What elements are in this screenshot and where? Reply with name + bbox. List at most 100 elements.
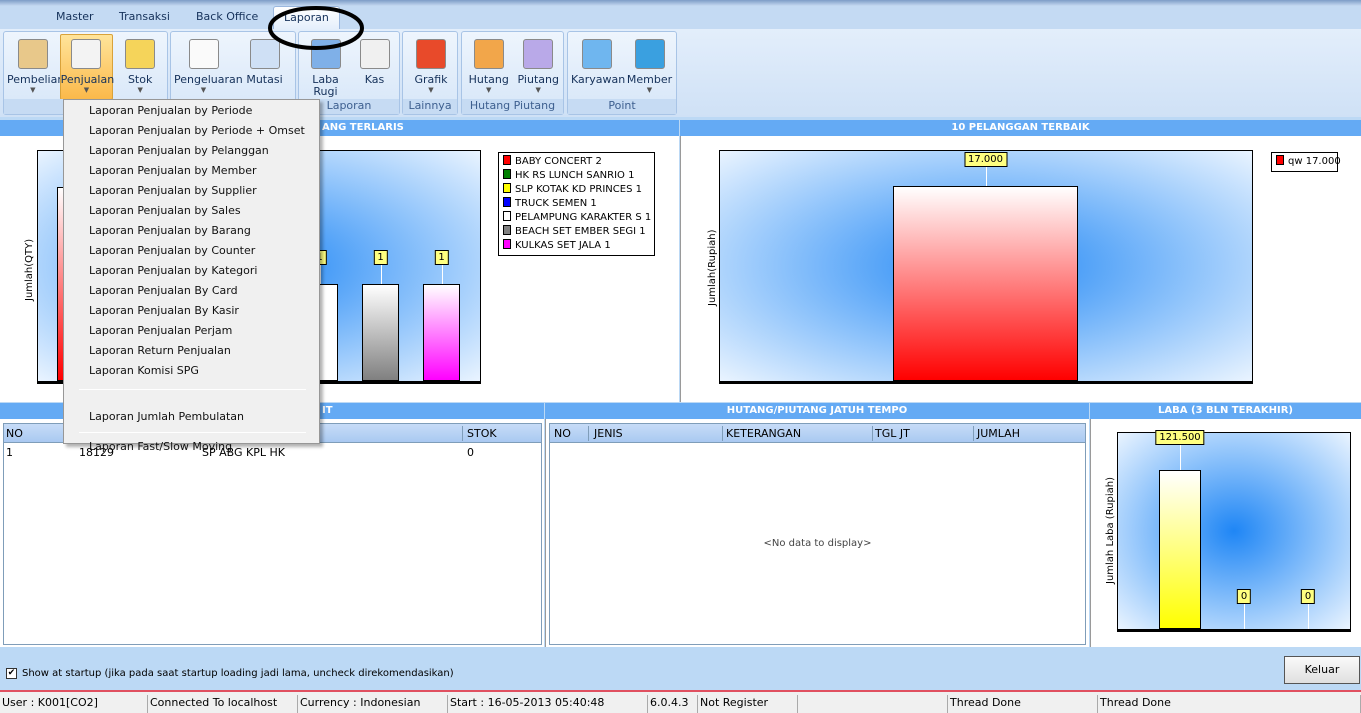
menu-item[interactable]: Laporan Penjualan by Periode + Omset bbox=[89, 124, 305, 137]
legend-item: BABY CONCERT 2 bbox=[503, 155, 650, 169]
legend-item: TRUCK SEMEN 1 bbox=[503, 197, 650, 211]
legend-label: qw 17.000 bbox=[1288, 156, 1341, 167]
top-customers-header: 10 PELANGGAN TERBAIK bbox=[680, 120, 1361, 136]
ribbon-button-piutang[interactable]: Piutang ▼ bbox=[514, 34, 564, 100]
bar-5 bbox=[362, 284, 399, 381]
cell: 0 bbox=[467, 446, 474, 459]
col-tgl-jt[interactable]: TGL JT bbox=[875, 427, 910, 440]
ribbon-button-pembelian[interactable]: Pembelian ▼ bbox=[6, 34, 65, 100]
legend-item: BEACH SET EMBER SEGI 1 bbox=[503, 225, 650, 239]
tab-back-office[interactable]: Back Office bbox=[196, 10, 258, 23]
status-cell: 6.0.4.3 bbox=[648, 695, 698, 713]
ribbon-button-pengeluaran[interactable]: Pengeluaran ▼ bbox=[173, 34, 243, 100]
ribbon-button-member[interactable]: Member ▼ bbox=[623, 34, 676, 100]
chevron-down-icon: ▼ bbox=[428, 86, 434, 94]
status-cell: Not Register bbox=[698, 695, 798, 713]
tab-master[interactable]: Master bbox=[56, 10, 94, 23]
legend-swatch bbox=[1276, 155, 1284, 165]
profit-panel: Jumlah Laba (Rupiah) 0 0 121.500 bbox=[1090, 419, 1361, 647]
ribbon-button-hutang[interactable]: Hutang ▼ bbox=[464, 34, 514, 100]
legend-label: KULKAS SET JALA 1 bbox=[515, 240, 611, 251]
menu-item[interactable]: Laporan Penjualan by Counter bbox=[89, 244, 255, 257]
bar-2 bbox=[1159, 470, 1201, 629]
menu-item[interactable]: Laporan Penjualan by Barang bbox=[89, 224, 251, 237]
document-icon bbox=[17, 39, 48, 69]
top-customers-chart: 17.000 bbox=[719, 150, 1253, 384]
col-stok[interactable]: STOK bbox=[467, 427, 497, 440]
ribbon-group-label: Point bbox=[568, 99, 676, 114]
menu-item[interactable]: Laporan Penjualan by Member bbox=[89, 164, 257, 177]
ribbon-group: Grafik ▼ Lainnya bbox=[402, 31, 458, 115]
menu-item[interactable]: Laporan Komisi SPG bbox=[89, 364, 199, 377]
ribbon-button-penjualan[interactable]: Penjualan ▼ bbox=[59, 34, 114, 100]
top-customers-panel: Jumlah(Rupiah) 17.000 qw 17.000 bbox=[680, 136, 1361, 402]
menu-item[interactable]: Laporan Penjualan by Supplier bbox=[89, 184, 257, 197]
menu-separator bbox=[79, 389, 306, 390]
members-icon bbox=[634, 39, 665, 69]
ribbon-button-karyawan[interactable]: Karyawan bbox=[570, 34, 625, 100]
data-label: 17.000 bbox=[964, 152, 1007, 167]
table-row[interactable]: 1 18129 SP ABG KPL HK 0 bbox=[4, 443, 541, 461]
button-label: Mutasi bbox=[246, 73, 283, 86]
col-no[interactable]: NO bbox=[6, 427, 23, 440]
chevron-down-icon: ▼ bbox=[83, 86, 90, 94]
col-jumlah[interactable]: JUMLAH bbox=[977, 427, 1020, 440]
data-label: 1 bbox=[434, 250, 449, 265]
chevron-down-icon: ▼ bbox=[646, 86, 653, 94]
menu-item[interactable]: Laporan Penjualan by Periode bbox=[89, 104, 252, 117]
menu-item[interactable]: Laporan Return Penjualan bbox=[89, 344, 231, 357]
legend-label: BEACH SET EMBER SEGI 1 bbox=[515, 226, 646, 237]
show-startup-checkbox[interactable]: ✔ bbox=[6, 668, 17, 679]
ribbon-button-grafik[interactable]: Grafik ▼ bbox=[405, 34, 457, 100]
menu-item[interactable]: Laporan Penjualan by Sales bbox=[89, 204, 241, 217]
tab-transaksi[interactable]: Transaksi bbox=[119, 10, 170, 23]
ribbon-tabs: Master Transaksi Back Office Laporan bbox=[0, 6, 1361, 30]
menu-item[interactable]: Laporan Penjualan Perjam bbox=[89, 324, 232, 337]
y-axis-label: Jumlah(QTY) bbox=[24, 238, 35, 301]
legend-swatch bbox=[503, 197, 511, 207]
bar-chart-icon bbox=[416, 39, 446, 69]
chevron-down-icon: ▼ bbox=[137, 86, 143, 94]
bar-0 bbox=[893, 186, 1078, 381]
col-keterangan[interactable]: KETERANGAN bbox=[726, 427, 801, 440]
status-cell: Thread Done bbox=[1098, 695, 1361, 713]
status-cell: Thread Done bbox=[948, 695, 1098, 713]
employee-icon bbox=[581, 39, 612, 69]
menu-separator bbox=[79, 432, 306, 433]
chevron-down-icon: ▼ bbox=[30, 86, 36, 94]
menu-item[interactable]: Laporan Penjualan By Card bbox=[89, 284, 238, 297]
legend-swatch bbox=[503, 155, 511, 165]
legend-item: PELAMPUNG KARAKTER S 1 bbox=[503, 211, 651, 225]
ribbon-group: Hutang ▼ Piutang ▼ Hutang Piutang bbox=[461, 31, 564, 115]
chevron-down-icon: ▼ bbox=[200, 86, 207, 94]
legend-label: BABY CONCERT 2 bbox=[515, 156, 602, 167]
ribbon-group: Karyawan Member ▼ Point bbox=[567, 31, 677, 115]
legend-swatch bbox=[503, 225, 511, 235]
status-cell: User : K001[CO2] bbox=[0, 695, 148, 713]
menu-item[interactable]: Laporan Penjualan by Pelanggan bbox=[89, 144, 269, 157]
button-label: Pengeluaran bbox=[174, 73, 243, 86]
show-startup-label: Show at startup (jika pada saat startup … bbox=[22, 668, 454, 679]
col-no[interactable]: NO bbox=[554, 427, 571, 440]
status-cell: Currency : Indonesian bbox=[298, 695, 448, 713]
due-header: HUTANG/PIUTANG JATUH TEMPO bbox=[545, 403, 1089, 419]
button-label: Pembelian bbox=[7, 73, 65, 86]
menu-item[interactable]: Laporan Penjualan By Kasir bbox=[89, 304, 239, 317]
menu-item[interactable]: Laporan Fast/Slow Moving bbox=[89, 440, 232, 453]
exit-button[interactable]: Keluar bbox=[1284, 656, 1360, 684]
penjualan-dropdown-menu: Laporan Penjualan by Periode Laporan Penj… bbox=[63, 99, 320, 453]
label-leader bbox=[1180, 444, 1181, 470]
data-label: 0 bbox=[1236, 589, 1252, 604]
menu-item[interactable]: Laporan Jumlah Pembulatan bbox=[89, 410, 244, 423]
stock-grid[interactable]: NO STOK 1 18129 SP ABG KPL HK 0 bbox=[3, 423, 542, 645]
chevron-down-icon: ▼ bbox=[535, 86, 541, 94]
ribbon-button-stok[interactable]: Stok ▼ bbox=[113, 34, 167, 100]
menu-item[interactable]: Laporan Penjualan by Kategori bbox=[89, 264, 257, 277]
legend-item: qw 17.000 bbox=[1276, 155, 1341, 169]
status-cell: Start : 16-05-2013 05:40:48 bbox=[448, 695, 648, 713]
col-jenis[interactable]: JENIS bbox=[594, 427, 623, 440]
grid-header: NO JENIS KETERANGAN TGL JT JUMLAH bbox=[550, 424, 1085, 443]
chart-legend: BABY CONCERT 2 HK RS LUNCH SANRIO 1 SLP KO… bbox=[498, 152, 655, 256]
legend-swatch bbox=[503, 183, 511, 193]
due-grid[interactable]: NO JENIS KETERANGAN TGL JT JUMLAH <No da… bbox=[549, 423, 1086, 645]
